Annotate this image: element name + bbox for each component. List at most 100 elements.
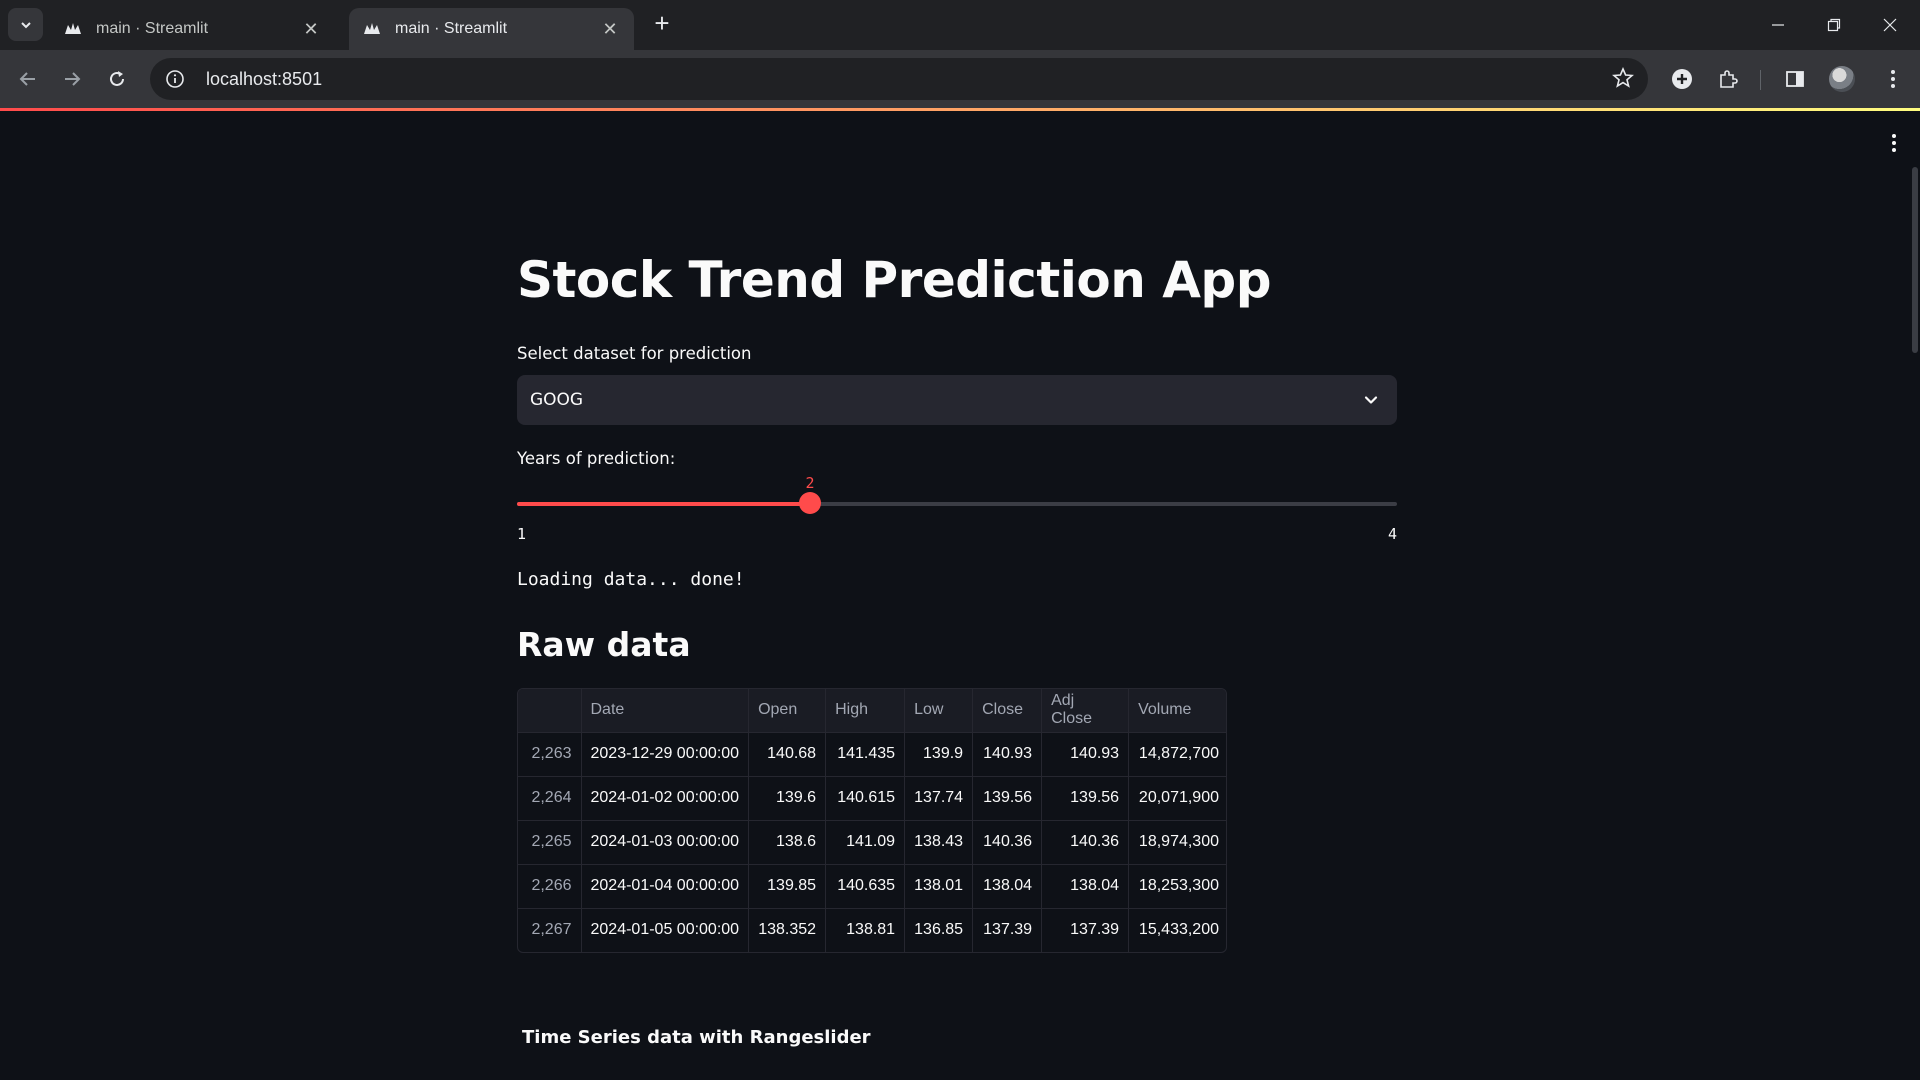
scrollbar[interactable] xyxy=(1912,167,1918,353)
page-title: Stock Trend Prediction App xyxy=(517,251,1272,309)
chevron-down-icon xyxy=(20,21,31,28)
slider-max-label: 4 xyxy=(1387,525,1397,543)
table-cell[interactable]: 2024-01-02 00:00:00 xyxy=(581,776,750,821)
table-cell[interactable]: 139.85 xyxy=(748,864,827,909)
table-cell[interactable]: 139.56 xyxy=(972,776,1043,821)
add-extension-icon[interactable] xyxy=(1666,63,1698,95)
table-cell[interactable]: 20,071,900 xyxy=(1128,776,1226,821)
browser-tab-1[interactable]: main · Streamlit ✕ xyxy=(50,8,335,50)
table-cell[interactable]: 137.74 xyxy=(904,776,974,821)
table-cell[interactable]: 138.43 xyxy=(904,820,974,865)
table-cell[interactable]: 138.04 xyxy=(1041,864,1130,909)
column-header-high[interactable]: High xyxy=(825,689,906,733)
restore-icon xyxy=(1827,18,1841,32)
table-cell[interactable]: 2,265 xyxy=(518,820,582,865)
address-bar[interactable]: localhost:8501 xyxy=(150,58,1648,100)
column-header-low[interactable]: Low xyxy=(904,689,974,733)
table-cell[interactable]: 140.36 xyxy=(972,820,1043,865)
table-cell[interactable]: 136.85 xyxy=(904,908,974,952)
table-cell[interactable]: 139.9 xyxy=(904,732,974,777)
table-cell[interactable]: 2,267 xyxy=(518,908,582,952)
arrow-left-icon xyxy=(19,72,35,86)
site-info-icon[interactable] xyxy=(164,68,186,90)
table-cell[interactable]: 138.04 xyxy=(972,864,1043,909)
forward-button[interactable] xyxy=(56,63,88,95)
close-window-button[interactable] xyxy=(1870,10,1910,40)
column-header-index[interactable] xyxy=(518,689,582,733)
years-slider-label: Years of prediction: xyxy=(517,449,676,468)
bookmark-star-icon[interactable] xyxy=(1612,66,1634,94)
column-header-date[interactable]: Date xyxy=(581,689,750,733)
slider-thumb[interactable] xyxy=(799,492,821,514)
table-cell[interactable]: 140.93 xyxy=(972,732,1043,777)
close-icon[interactable]: ✕ xyxy=(301,19,321,39)
table-cell[interactable]: 141.435 xyxy=(825,732,906,777)
table-cell[interactable]: 18,253,300 xyxy=(1128,864,1226,909)
tab-search-button[interactable] xyxy=(8,8,43,41)
raw-data-table[interactable]: Date Open High Low Close Adj Close Volum… xyxy=(517,688,1227,953)
table-cell[interactable]: 2024-01-03 00:00:00 xyxy=(581,820,750,865)
side-panel-icon[interactable] xyxy=(1779,63,1811,95)
table-cell[interactable]: 138.81 xyxy=(825,908,906,952)
table-row: 2,263 2023-12-29 00:00:00 140.68 141.435… xyxy=(518,732,1226,777)
extensions-puzzle-icon[interactable] xyxy=(1712,63,1744,95)
table-cell[interactable]: 140.36 xyxy=(1041,820,1130,865)
browser-menu-icon[interactable] xyxy=(1877,63,1909,95)
slider-current-value: 2 xyxy=(805,474,815,492)
minimize-button[interactable] xyxy=(1758,10,1798,40)
toolbar-divider xyxy=(1760,70,1761,90)
table-cell[interactable]: 139.56 xyxy=(1041,776,1130,821)
browser-tabstrip: main · Streamlit ✕ main · Streamlit ✕ + xyxy=(0,0,1920,50)
table-cell[interactable]: 18,974,300 xyxy=(1128,820,1226,865)
table-cell[interactable]: 137.39 xyxy=(1041,908,1130,952)
loading-status-text: Loading data... done! xyxy=(517,569,745,590)
table-cell[interactable]: 2024-01-04 00:00:00 xyxy=(581,864,750,909)
profile-avatar[interactable] xyxy=(1829,66,1855,92)
reload-icon xyxy=(110,71,124,86)
dataset-select-label: Select dataset for prediction xyxy=(517,344,752,363)
dataset-select[interactable]: GOOG xyxy=(517,375,1397,425)
table-row: 2,266 2024-01-04 00:00:00 139.85 140.635… xyxy=(518,864,1226,909)
years-slider-track[interactable] xyxy=(517,492,1397,514)
reload-button[interactable] xyxy=(101,63,133,95)
table-cell[interactable]: 2023-12-29 00:00:00 xyxy=(581,732,750,777)
table-cell[interactable]: 141.09 xyxy=(825,820,906,865)
table-cell[interactable]: 140.93 xyxy=(1041,732,1130,777)
url-text: localhost:8501 xyxy=(206,68,323,89)
column-header-close[interactable]: Close xyxy=(972,689,1043,733)
browser-tab-2[interactable]: main · Streamlit ✕ xyxy=(349,8,634,50)
back-button[interactable] xyxy=(12,63,44,95)
column-header-open[interactable]: Open xyxy=(748,689,827,733)
table-cell[interactable]: 140.615 xyxy=(825,776,906,821)
new-tab-button[interactable]: + xyxy=(650,10,674,36)
table-cell[interactable]: 15,433,200 xyxy=(1129,908,1226,952)
table-cell[interactable]: 138.6 xyxy=(748,820,827,865)
table-row: 2,265 2024-01-03 00:00:00 138.6 141.09 1… xyxy=(518,820,1226,865)
slider-fill xyxy=(517,502,810,506)
table-cell[interactable]: 139.6 xyxy=(748,776,827,821)
streamlit-favicon-icon xyxy=(363,20,381,38)
column-header-volume[interactable]: Volume xyxy=(1128,689,1226,733)
table-cell[interactable]: 140.68 xyxy=(748,732,827,777)
table-cell[interactable]: 2,264 xyxy=(518,776,582,821)
table-cell[interactable]: 137.39 xyxy=(972,908,1043,952)
table-cell[interactable]: 14,872,700 xyxy=(1128,732,1226,777)
app-main-menu-icon[interactable] xyxy=(1882,129,1906,157)
table-row: 2,267 2024-01-05 00:00:00 138.352 138.81… xyxy=(518,908,1226,952)
minimize-icon xyxy=(1772,24,1784,26)
table-header-row: Date Open High Low Close Adj Close Volum… xyxy=(518,689,1226,733)
close-icon[interactable]: ✕ xyxy=(600,19,620,39)
chevron-down-icon xyxy=(1364,396,1378,404)
table-cell[interactable]: 138.01 xyxy=(904,864,974,909)
table-cell[interactable]: 138.352 xyxy=(748,908,827,952)
tab-title: main · Streamlit xyxy=(96,20,209,37)
column-header-adj-close[interactable]: Adj Close xyxy=(1041,689,1130,733)
dataset-select-value: GOOG xyxy=(530,390,584,410)
table-cell[interactable]: 140.635 xyxy=(825,864,906,909)
table-cell[interactable]: 2,266 xyxy=(518,864,582,909)
browser-toolbar: localhost:8501 xyxy=(0,50,1920,108)
table-cell[interactable]: 2024-01-05 00:00:00 xyxy=(581,908,750,952)
arrow-right-icon xyxy=(65,72,81,86)
table-cell[interactable]: 2,263 xyxy=(518,732,582,777)
restore-button[interactable] xyxy=(1814,10,1854,40)
